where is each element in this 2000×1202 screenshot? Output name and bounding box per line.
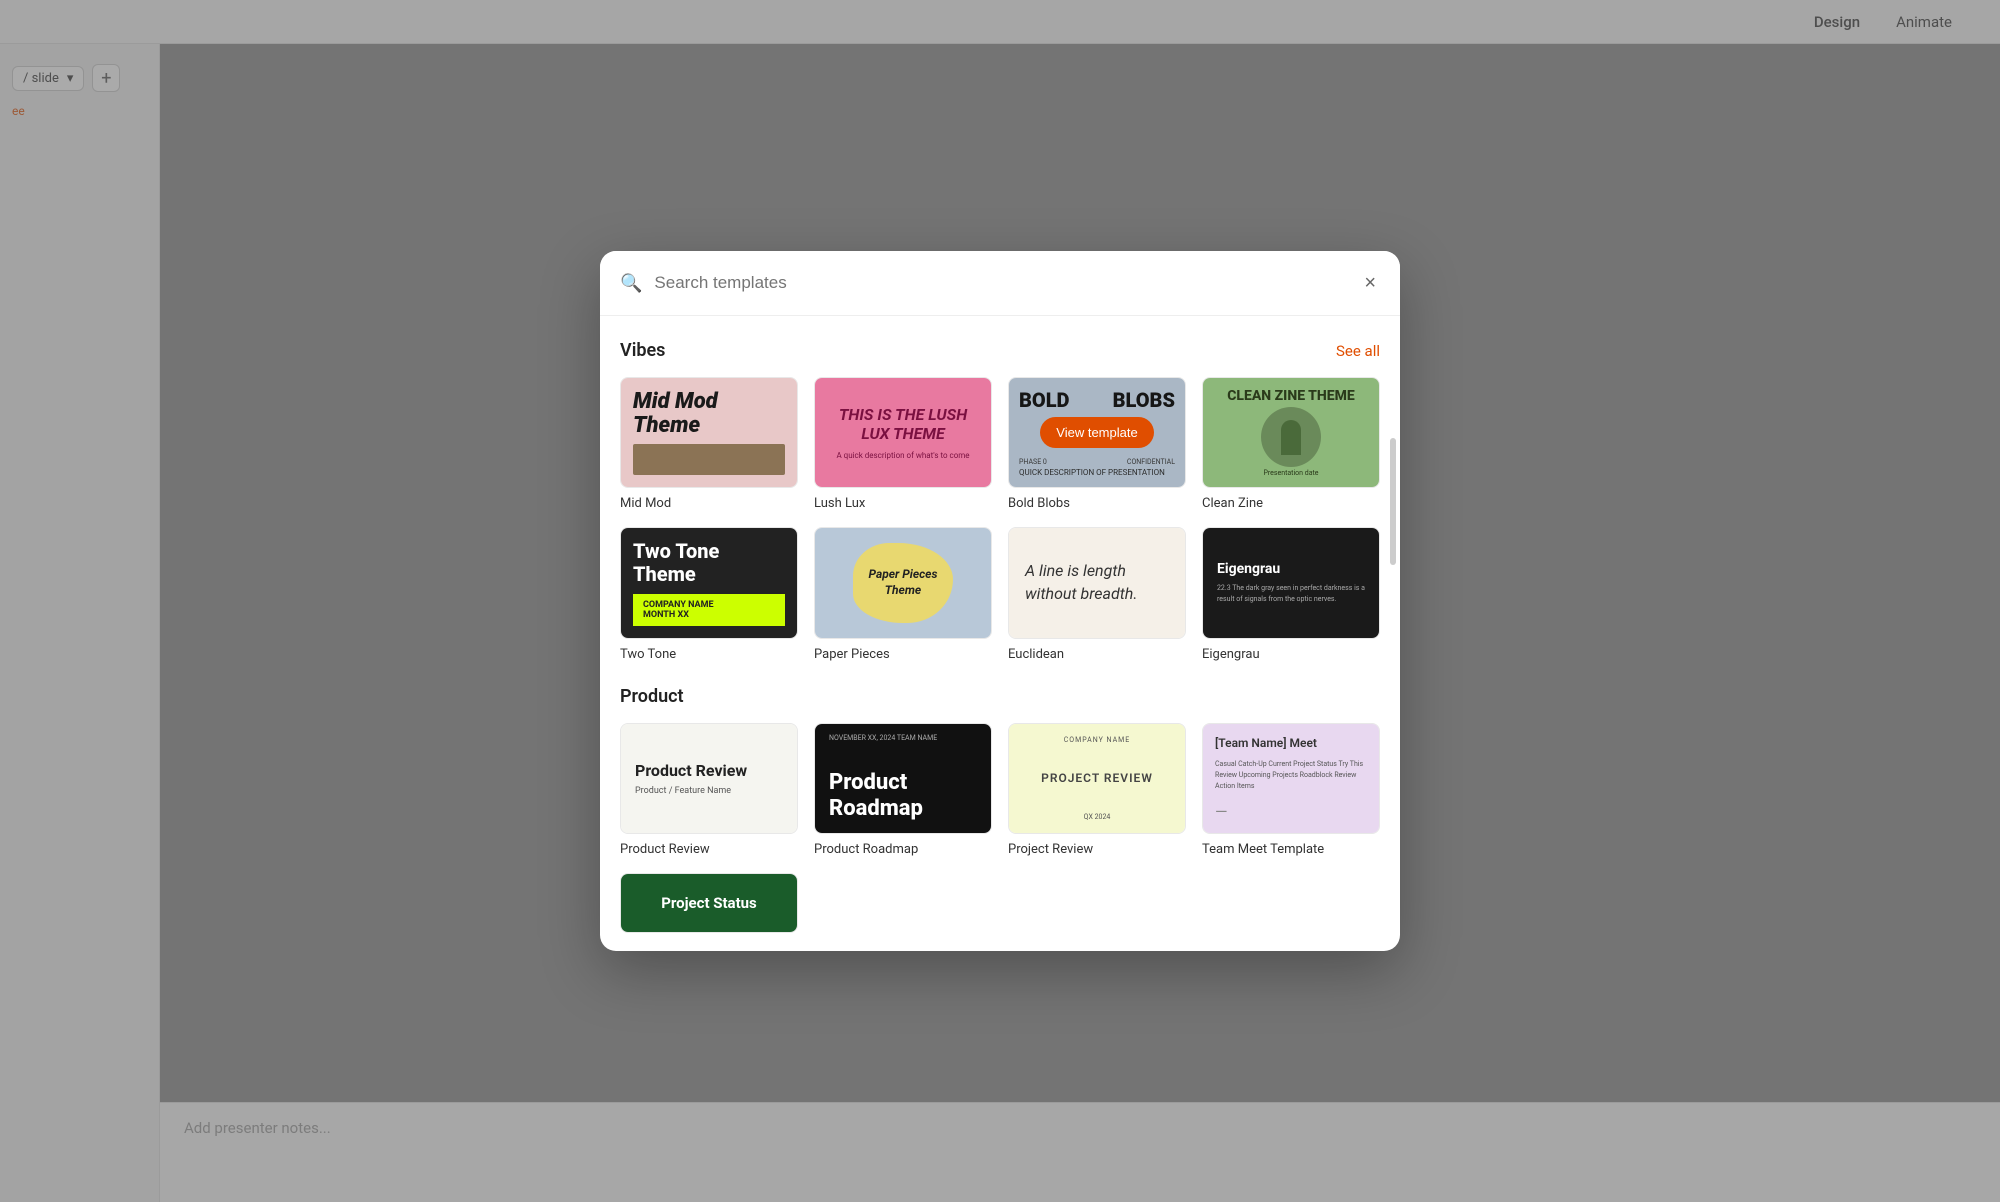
- project-status-grid: Project Status: [620, 873, 1380, 941]
- twotone-month: MONTH XX: [643, 610, 775, 620]
- twotone-title: Two Tone Theme: [633, 540, 785, 586]
- template-productreview-thumb: Product Review Product / Feature Name: [620, 723, 798, 834]
- template-projectreview-thumb: COMPANY NAME PROJECT REVIEW QX 2024: [1008, 723, 1186, 834]
- productroadmap-meta: NOVEMBER XX, 2024 TEAM NAME: [829, 734, 977, 742]
- template-productroadmap-label: Product Roadmap: [814, 842, 992, 857]
- template-teammeet-label: Team Meet Template: [1202, 842, 1380, 857]
- template-cleanzine-label: Clean Zine: [1202, 496, 1380, 511]
- template-boldblobs-label: Bold Blobs: [1008, 496, 1186, 511]
- template-twotone-thumb: Two Tone Theme COMPANY NAME MONTH XX: [620, 527, 798, 638]
- search-input[interactable]: [654, 273, 1360, 293]
- euclidean-text: A line is length without breadth.: [1025, 560, 1169, 605]
- eigengrau-title: Eigengrau: [1217, 561, 1365, 577]
- section-vibes-header: Vibes See all: [620, 340, 1380, 361]
- template-productreview[interactable]: Product Review Product / Feature Name Pr…: [620, 723, 798, 857]
- midmod-title: Mid Mod Theme: [633, 390, 785, 438]
- projectreview-company: COMPANY NAME: [1064, 736, 1131, 744]
- template-productroadmap[interactable]: NOVEMBER XX, 2024 TEAM NAME Product Road…: [814, 723, 992, 857]
- twotone-company: COMPANY NAME: [643, 600, 775, 610]
- cleanzine-title: CLEAN ZINE THEME: [1227, 388, 1355, 405]
- productreview-title: Product Review: [635, 761, 783, 782]
- projectstatus-title: Project Status: [661, 894, 757, 912]
- eigengrau-text: 22.3 The dark gray seen in perfect darkn…: [1217, 583, 1365, 604]
- section-project-status-partial: Project Status: [620, 873, 1380, 941]
- template-boldblobs-thumb: BOLD BLOBS PHASE 0 CONFIDENTIAL QUICK DE…: [1008, 377, 1186, 488]
- template-eigengrau[interactable]: Eigengrau 22.3 The dark gray seen in per…: [1202, 527, 1380, 661]
- view-template-overlay: View template: [1009, 378, 1185, 487]
- template-projectstatus-thumb: Project Status: [620, 873, 798, 933]
- template-teammeet[interactable]: [Team Name] Meet Casual Catch-Up Current…: [1202, 723, 1380, 857]
- template-modal: 🔍 × Vibes See all Mid Mod Theme: [600, 251, 1400, 951]
- template-projectreview-label: Project Review: [1008, 842, 1186, 857]
- search-icon: 🔍: [620, 273, 642, 294]
- see-all-vibes-link[interactable]: See all: [1336, 342, 1380, 360]
- template-productreview-label: Product Review: [620, 842, 798, 857]
- template-lushlux-label: Lush Lux: [814, 496, 992, 511]
- close-button[interactable]: ×: [1360, 269, 1380, 297]
- lushlux-sub: A quick description of what's to come: [836, 451, 969, 460]
- template-lushlux-thumb: THIS IS THE LUSH LUX THEME A quick descr…: [814, 377, 992, 488]
- teammeet-dash: —: [1215, 802, 1367, 821]
- projectreview-qx: QX 2024: [1084, 813, 1111, 821]
- template-eigengrau-thumb: Eigengrau 22.3 The dark gray seen in per…: [1202, 527, 1380, 638]
- scrollbar-thumb[interactable]: [1390, 438, 1396, 565]
- paperpieces-text: Paper Pieces Theme: [861, 567, 945, 598]
- projectreview-title: PROJECT REVIEW: [1041, 771, 1153, 785]
- template-paperpieces[interactable]: Paper Pieces Theme Paper Pieces: [814, 527, 992, 661]
- template-euclidean-label: Euclidean: [1008, 647, 1186, 662]
- midmod-image: [633, 444, 785, 475]
- cleanzine-circle: [1261, 407, 1321, 467]
- modal-content[interactable]: Vibes See all Mid Mod Theme Mid Mod: [600, 316, 1400, 951]
- view-template-button[interactable]: View template: [1040, 417, 1153, 448]
- cleanzine-inner-shape: [1281, 420, 1301, 455]
- teammeet-title: [Team Name] Meet: [1215, 736, 1367, 750]
- search-bar: 🔍 ×: [600, 251, 1400, 316]
- template-cleanzine-thumb: CLEAN ZINE THEME Presentation date: [1202, 377, 1380, 488]
- template-midmod[interactable]: Mid Mod Theme Mid Mod: [620, 377, 798, 511]
- section-vibes: Vibes See all Mid Mod Theme Mid Mod: [620, 340, 1380, 662]
- template-cleanzine[interactable]: CLEAN ZINE THEME Presentation date Clean…: [1202, 377, 1380, 511]
- paperpieces-blob: Paper Pieces Theme: [853, 543, 953, 623]
- twotone-bar: COMPANY NAME MONTH XX: [633, 594, 785, 626]
- template-eigengrau-label: Eigengrau: [1202, 647, 1380, 662]
- template-midmod-thumb: Mid Mod Theme: [620, 377, 798, 488]
- template-productroadmap-thumb: NOVEMBER XX, 2024 TEAM NAME Product Road…: [814, 723, 992, 834]
- vibes-template-grid: Mid Mod Theme Mid Mod THIS IS THE LUSH L…: [620, 377, 1380, 662]
- lushlux-title: THIS IS THE LUSH LUX THEME: [827, 405, 979, 443]
- section-product: Product Product Review Product / Feature…: [620, 686, 1380, 857]
- productreview-sub: Product / Feature Name: [635, 786, 783, 796]
- section-product-title: Product: [620, 686, 684, 707]
- productroadmap-title: Product Roadmap: [829, 770, 977, 823]
- template-twotone[interactable]: Two Tone Theme COMPANY NAME MONTH XX Two…: [620, 527, 798, 661]
- product-template-grid: Product Review Product / Feature Name Pr…: [620, 723, 1380, 857]
- template-projectstatus[interactable]: Project Status: [620, 873, 798, 941]
- template-projectreview[interactable]: COMPANY NAME PROJECT REVIEW QX 2024 Proj…: [1008, 723, 1186, 857]
- teammeet-list: Casual Catch-Up Current Project Status T…: [1215, 759, 1367, 793]
- modal-overlay[interactable]: 🔍 × Vibes See all Mid Mod Theme: [0, 0, 2000, 1202]
- template-midmod-label: Mid Mod: [620, 496, 798, 511]
- section-vibes-title: Vibes: [620, 340, 665, 361]
- template-twotone-label: Two Tone: [620, 647, 798, 662]
- template-euclidean-thumb: A line is length without breadth.: [1008, 527, 1186, 638]
- template-paperpieces-label: Paper Pieces: [814, 647, 992, 662]
- template-paperpieces-thumb: Paper Pieces Theme: [814, 527, 992, 638]
- cleanzine-date: Presentation date: [1263, 469, 1318, 477]
- template-euclidean[interactable]: A line is length without breadth. Euclid…: [1008, 527, 1186, 661]
- scrollbar-track: [1390, 311, 1396, 947]
- template-teammeet-thumb: [Team Name] Meet Casual Catch-Up Current…: [1202, 723, 1380, 834]
- template-boldblobs[interactable]: BOLD BLOBS PHASE 0 CONFIDENTIAL QUICK DE…: [1008, 377, 1186, 511]
- template-lushlux[interactable]: THIS IS THE LUSH LUX THEME A quick descr…: [814, 377, 992, 511]
- section-product-header: Product: [620, 686, 1380, 707]
